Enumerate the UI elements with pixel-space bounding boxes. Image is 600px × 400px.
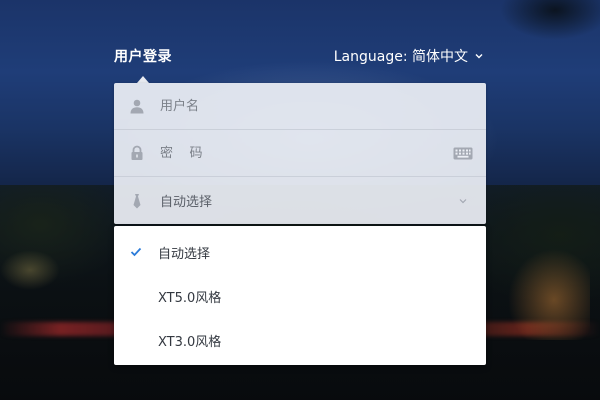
style-dropdown: 自动选择 XT5.0风格 XT3.0风格 [114,226,486,365]
dropdown-option-xt5[interactable]: XT5.0风格 [114,274,486,318]
language-label: Language: 简体中文 [333,49,468,65]
dropdown-option-label: 自动选择 [158,246,211,262]
background-tree-top [500,0,600,40]
dropdown-option-auto[interactable]: 自动选择 [114,230,486,274]
background-left-lights [0,250,60,290]
language-selector[interactable]: Language: 简体中文 [334,46,484,66]
username-row [114,83,486,130]
username-input[interactable] [160,83,486,129]
check-icon [114,247,158,257]
user-icon [114,98,160,114]
keyboard-icon[interactable] [440,147,486,160]
background-side-lights [500,240,590,340]
chevron-down-icon [440,196,486,206]
dropdown-option-label: XT5.0风格 [158,290,222,306]
tie-icon [114,193,160,209]
dropdown-option-xt3[interactable]: XT3.0风格 [114,318,486,362]
style-select-value: 自动选择 [160,195,213,210]
login-title: 用户登录 [114,49,172,65]
login-page: 用户登录 Language: 简体中文 用户名 自动选择 自动选择 XT5.0风… [0,0,600,400]
dropdown-option-label: XT3.0风格 [158,334,222,350]
password-input[interactable] [160,130,440,176]
login-form: 自动选择 [114,83,486,224]
style-select-row[interactable]: 自动选择 [114,177,486,224]
chevron-down-icon [475,54,483,59]
lock-icon [114,145,160,161]
password-row [114,130,486,177]
title-pointer [137,76,149,83]
